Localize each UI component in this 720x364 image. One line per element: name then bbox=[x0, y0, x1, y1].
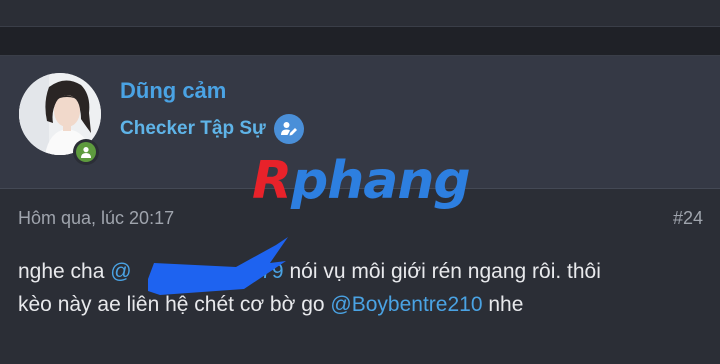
redaction-scribble bbox=[148, 237, 288, 295]
user-title: Checker Tập Sự bbox=[120, 114, 304, 144]
body-text: kèo này ae liên hệ chét cơ bờ go bbox=[18, 293, 331, 316]
body-text: nhe bbox=[482, 293, 524, 316]
post-timestamp[interactable]: Hôm qua, lúc 20:17 bbox=[18, 208, 174, 229]
mention-start: @ bbox=[110, 260, 132, 283]
user-edit-icon bbox=[273, 114, 304, 144]
watermark-rest: phang bbox=[291, 151, 471, 211]
post-body: nghe cha @279 nói vụ môi giới rén ngang … bbox=[18, 255, 708, 321]
body-text: nói vụ môi giới rén ngang rôi. thôi bbox=[283, 260, 601, 283]
user-title-label: Checker Tập Sự bbox=[120, 118, 266, 139]
body-text: nghe cha bbox=[18, 260, 111, 283]
previous-post-card bbox=[0, 0, 720, 27]
online-status-badge bbox=[73, 139, 99, 165]
mention-link[interactable]: @Boybentre210 bbox=[330, 293, 482, 316]
site-watermark-logo: Rphang bbox=[252, 151, 471, 211]
watermark-first-letter: R bbox=[252, 151, 292, 211]
post-user-header: Dũng cảm Checker Tập Sự Rphang bbox=[0, 56, 720, 211]
username[interactable]: Dũng cảm bbox=[120, 78, 226, 104]
user-icon bbox=[76, 142, 96, 162]
post-card: Dũng cảm Checker Tập Sự Rphang Hôm qua, … bbox=[0, 55, 720, 364]
post-number-link[interactable]: #24 bbox=[673, 208, 703, 229]
